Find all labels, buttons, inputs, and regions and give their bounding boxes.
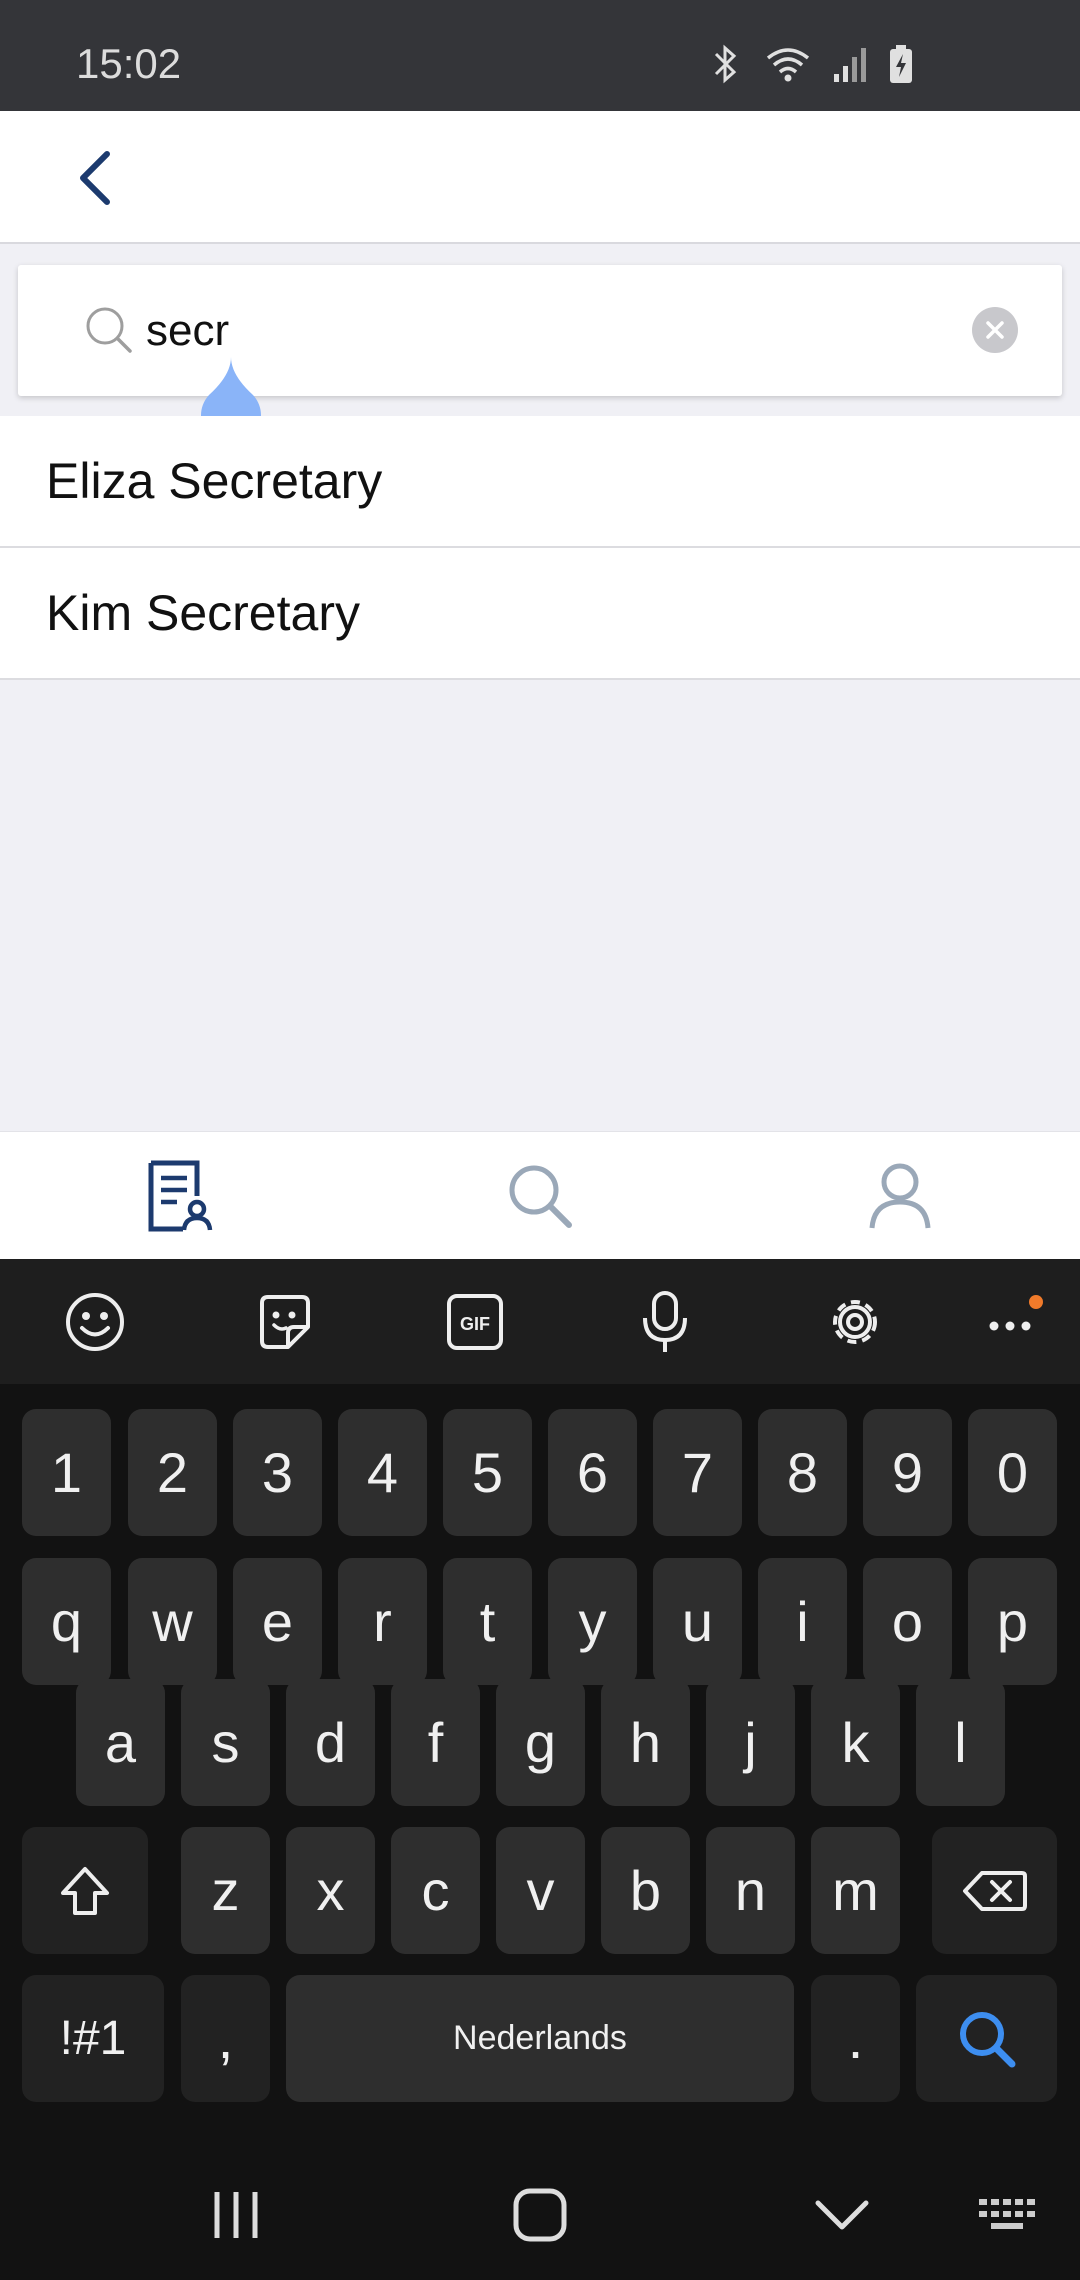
search-action-key[interactable] <box>916 1975 1057 2102</box>
bottom-navigation <box>0 1131 1080 1259</box>
sticker-icon <box>260 1295 310 1349</box>
key-8[interactable]: 8 <box>758 1409 847 1536</box>
key-y[interactable]: y <box>548 1558 637 1685</box>
tab-search[interactable] <box>360 1132 720 1259</box>
keyboard-switch-icon <box>979 2199 1035 2229</box>
key-a[interactable]: a <box>76 1679 165 1806</box>
key-i[interactable]: i <box>758 1558 847 1685</box>
shift-key[interactable] <box>22 1827 148 1954</box>
search-bar <box>18 265 1062 396</box>
more-icon <box>989 1295 1043 1331</box>
status-time: 15:02 <box>76 40 182 87</box>
search-icon <box>959 2011 1015 2067</box>
key-d[interactable]: d <box>286 1679 375 1806</box>
wifi-icon <box>766 48 810 82</box>
recents-button[interactable] <box>196 2180 276 2250</box>
tab-documents[interactable] <box>0 1132 360 1259</box>
emoji-button[interactable] <box>60 1287 130 1357</box>
key-q[interactable]: q <box>22 1558 111 1685</box>
key-2[interactable]: 2 <box>128 1409 217 1536</box>
keyboard-toolbar: GIF <box>0 1259 1080 1384</box>
hide-keyboard-button[interactable] <box>802 2180 882 2250</box>
key-n[interactable]: n <box>706 1827 795 1954</box>
key-s[interactable]: s <box>181 1679 270 1806</box>
key-b[interactable]: b <box>601 1827 690 1954</box>
profile-icon <box>869 1163 931 1228</box>
key-o[interactable]: o <box>863 1558 952 1685</box>
comma-key[interactable]: , <box>181 1975 270 2102</box>
settings-button[interactable] <box>820 1287 890 1357</box>
results-list: Eliza Secretary Kim Secretary <box>0 416 1080 680</box>
backspace-icon <box>962 1870 1027 1911</box>
app-bar <box>0 111 1080 244</box>
key-x[interactable]: x <box>286 1827 375 1954</box>
key-r[interactable]: r <box>338 1558 427 1685</box>
key-e[interactable]: e <box>233 1558 322 1685</box>
system-navigation-bar <box>0 2140 1080 2280</box>
key-u[interactable]: u <box>653 1558 742 1685</box>
more-button[interactable] <box>980 1287 1050 1357</box>
hide-keyboard-icon <box>815 2200 869 2230</box>
key-9[interactable]: 9 <box>863 1409 952 1536</box>
keyboard: GIF 1 2 3 4 5 6 7 8 9 0 q w e r t y u i … <box>0 1259 1080 2280</box>
key-f[interactable]: f <box>391 1679 480 1806</box>
chevron-left-icon <box>80 151 110 205</box>
key-t[interactable]: t <box>443 1558 532 1685</box>
tab-profile[interactable] <box>720 1132 1080 1259</box>
space-key[interactable]: Nederlands <box>286 1975 794 2102</box>
period-key[interactable]: . <box>811 1975 900 2102</box>
bluetooth-icon <box>714 44 737 84</box>
gif-icon: GIF <box>447 1294 503 1350</box>
emoji-icon <box>66 1293 124 1351</box>
recents-icon <box>214 2192 258 2238</box>
key-1[interactable]: 1 <box>22 1409 111 1536</box>
key-g[interactable]: g <box>496 1679 585 1806</box>
key-v[interactable]: v <box>496 1827 585 1954</box>
list-item[interactable]: Kim Secretary <box>0 548 1080 680</box>
battery-charging-icon <box>890 45 912 83</box>
backspace-key[interactable] <box>932 1827 1057 1954</box>
key-6[interactable]: 6 <box>548 1409 637 1536</box>
microphone-icon <box>643 1291 687 1352</box>
svg-text:GIF: GIF <box>460 1314 490 1334</box>
key-4[interactable]: 4 <box>338 1409 427 1536</box>
search-icon <box>84 305 134 360</box>
key-k[interactable]: k <box>811 1679 900 1806</box>
microphone-button[interactable] <box>630 1287 700 1357</box>
signal-icon <box>834 48 866 82</box>
key-l[interactable]: l <box>916 1679 1005 1806</box>
search-input[interactable] <box>146 293 966 369</box>
back-button[interactable] <box>60 143 130 213</box>
documents-icon <box>148 1160 213 1231</box>
home-icon <box>513 2188 567 2242</box>
key-0[interactable]: 0 <box>968 1409 1057 1536</box>
home-button[interactable] <box>500 2180 580 2250</box>
shift-icon <box>61 1866 109 1915</box>
key-j[interactable]: j <box>706 1679 795 1806</box>
key-z[interactable]: z <box>181 1827 270 1954</box>
key-3[interactable]: 3 <box>233 1409 322 1536</box>
key-5[interactable]: 5 <box>443 1409 532 1536</box>
key-7[interactable]: 7 <box>653 1409 742 1536</box>
status-bar: 15:02 <box>0 0 1080 111</box>
gif-button[interactable]: GIF <box>440 1287 510 1357</box>
keyboard-switch-button[interactable] <box>970 2180 1050 2250</box>
key-h[interactable]: h <box>601 1679 690 1806</box>
list-item[interactable]: Eliza Secretary <box>0 416 1080 548</box>
clear-icon <box>986 321 1004 339</box>
sticker-button[interactable] <box>250 1287 320 1357</box>
key-w[interactable]: w <box>128 1558 217 1685</box>
settings-icon <box>833 1300 877 1344</box>
key-m[interactable]: m <box>811 1827 900 1954</box>
clear-search-button[interactable] <box>972 307 1018 353</box>
status-icons <box>708 44 914 84</box>
key-p[interactable]: p <box>968 1558 1057 1685</box>
search-icon <box>509 1165 572 1228</box>
symbols-key[interactable]: !#1 <box>22 1975 164 2102</box>
key-c[interactable]: c <box>391 1827 480 1954</box>
